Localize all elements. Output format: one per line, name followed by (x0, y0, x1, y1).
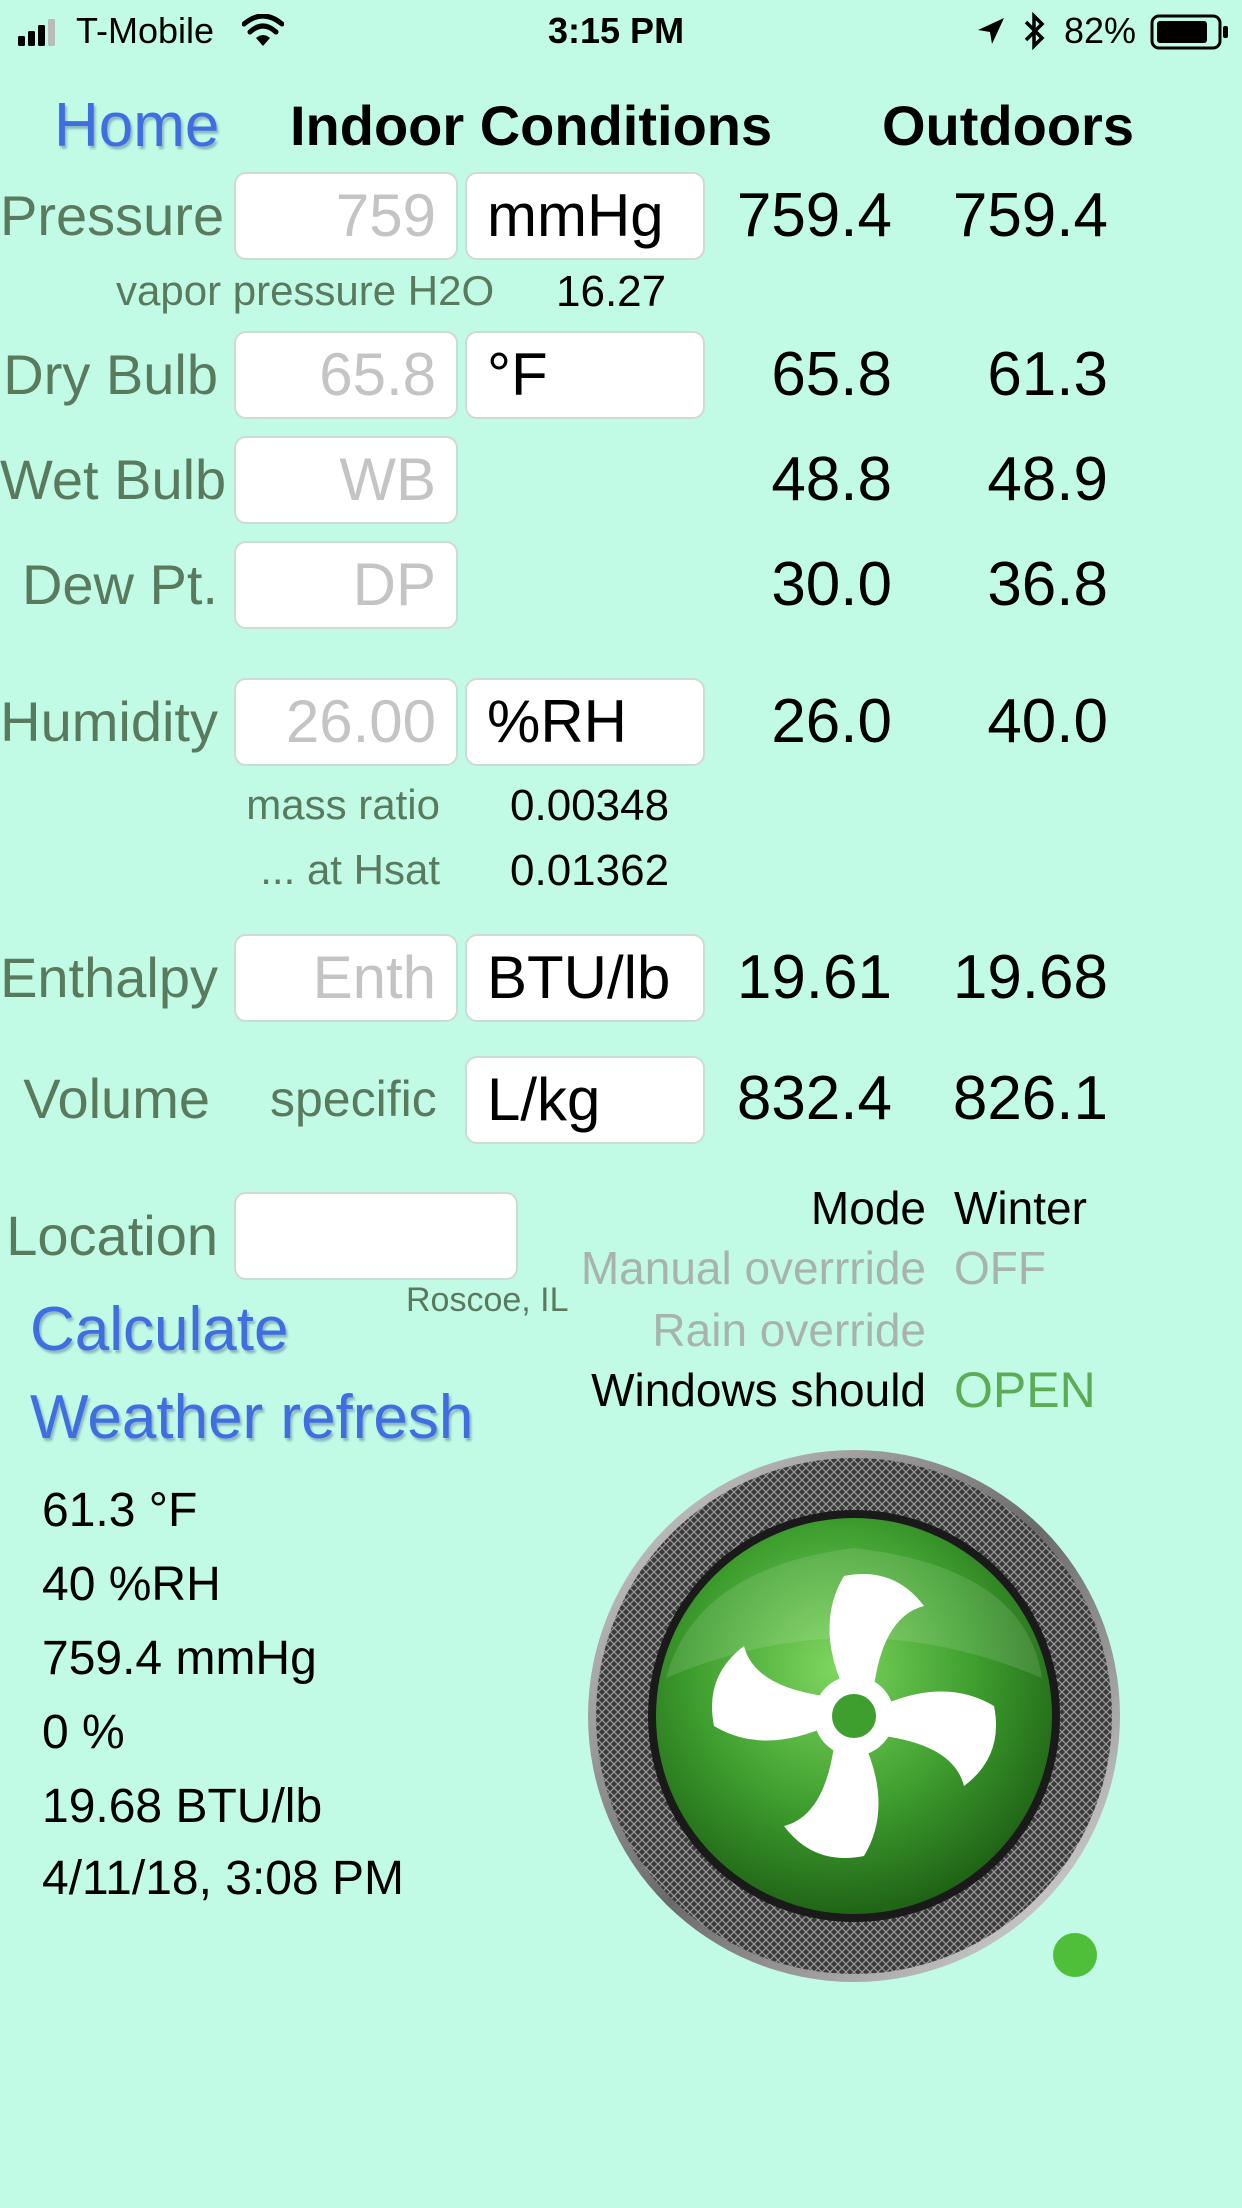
clock: 3:15 PM (548, 10, 685, 51)
volume-unit-select[interactable]: L/kg (465, 1056, 705, 1144)
calculate-button[interactable]: Calculate (30, 1290, 288, 1370)
humidity-unit-select[interactable]: %RH (465, 678, 705, 766)
dew-point-outdoor-value: 36.8 (987, 550, 1108, 619)
mass-ratio-value: 0.00348 (510, 781, 670, 830)
dry-bulb-outdoor-value: 61.3 (987, 340, 1108, 409)
wet-bulb-input[interactable]: WB (234, 436, 458, 524)
dry-bulb-indoor-value: 65.8 (771, 340, 892, 409)
pressure-unit-select[interactable]: mmHg (465, 172, 705, 260)
outdoors-heading: Outdoors (882, 94, 1134, 157)
weather-temperature: 61.3 °F (42, 1484, 198, 1537)
status-bar: T-Mobile 3:15 PM 82% (0, 0, 1242, 64)
humidity-input[interactable]: 26.00 (234, 678, 458, 766)
mode-label: Mode (810, 1182, 926, 1234)
weather-precipitation: 0 % (42, 1706, 125, 1759)
signal-icon (18, 18, 66, 46)
fan-icon (588, 1450, 1120, 1982)
vapor-pressure-label: vapor pressure H2O (116, 267, 495, 314)
mode-value: Winter (954, 1182, 1087, 1234)
weather-timestamp: 4/11/18, 3:08 PM (42, 1852, 405, 1905)
volume-label: Volume (23, 1067, 210, 1130)
enthalpy-indoor-value: 19.61 (736, 943, 892, 1012)
dew-point-input[interactable]: DP (234, 541, 458, 629)
pressure-indoor-value: 759.4 (736, 181, 892, 250)
wifi-icon (241, 13, 285, 48)
wet-bulb-indoor-value: 48.8 (771, 445, 892, 514)
humidity-indoor-value: 26.0 (771, 687, 892, 756)
wet-bulb-outdoor-value: 48.9 (987, 445, 1108, 514)
volume-indoor-value: 832.4 (736, 1064, 892, 1133)
dew-point-indoor-value: 30.0 (771, 550, 892, 619)
mass-ratio-label: mass ratio (246, 781, 440, 828)
weather-pressure: 759.4 mmHg (42, 1632, 317, 1685)
pressure-label: Pressure (0, 184, 225, 247)
manual-override-value[interactable]: OFF (954, 1238, 1046, 1298)
weather-refresh-button[interactable]: Weather refresh (30, 1378, 473, 1458)
volume-specific-label: specific (270, 1071, 437, 1127)
windows-should-label: Windows should (591, 1364, 926, 1416)
carrier-label: T-Mobile (76, 10, 215, 51)
humidity-outdoor-value: 40.0 (987, 687, 1108, 756)
bluetooth-icon (1022, 11, 1046, 51)
battery-icon (1150, 14, 1230, 50)
wet-bulb-label: Wet Bulb (0, 448, 227, 511)
humidity-label: Humidity (0, 690, 218, 753)
status-dot (1053, 1933, 1097, 1977)
dew-point-label: Dew Pt. (21, 553, 218, 616)
pressure-input[interactable]: 759 (234, 172, 458, 260)
enthalpy-label: Enthalpy (0, 946, 218, 1009)
dry-bulb-input[interactable]: 65.8 (234, 331, 458, 419)
location-input[interactable] (234, 1192, 518, 1280)
rain-override-label: Rain override (652, 1304, 926, 1356)
location-label: Location (6, 1204, 218, 1267)
weather-enthalpy: 19.68 BTU/lb (42, 1780, 323, 1833)
home-link[interactable]: Home (54, 86, 219, 166)
dry-bulb-label: Dry Bulb (3, 343, 218, 406)
enthalpy-unit-select[interactable]: BTU/lb (465, 934, 705, 1022)
at-hsat-label: ... at Hsat (260, 846, 440, 893)
manual-override-label: Manual overrride (580, 1242, 926, 1294)
fan-button[interactable] (586, 1448, 1122, 1984)
location-city: Roscoe, IL (406, 1281, 569, 1319)
indoor-conditions-heading: Indoor Conditions (290, 94, 773, 157)
vapor-pressure-value: 16.27 (556, 267, 667, 316)
at-hsat-value: 0.01362 (510, 846, 670, 895)
temperature-unit-select[interactable]: °F (465, 331, 705, 419)
location-arrow-icon (976, 16, 1006, 46)
weather-humidity: 40 %RH (42, 1558, 221, 1611)
enthalpy-input[interactable]: Enth (234, 934, 458, 1022)
battery-percent: 82% (1064, 10, 1137, 51)
volume-outdoor-value: 826.1 (952, 1064, 1108, 1133)
enthalpy-outdoor-value: 19.68 (952, 943, 1108, 1012)
windows-should-value: OPEN (954, 1362, 1096, 1418)
pressure-outdoor-value: 759.4 (952, 181, 1108, 250)
